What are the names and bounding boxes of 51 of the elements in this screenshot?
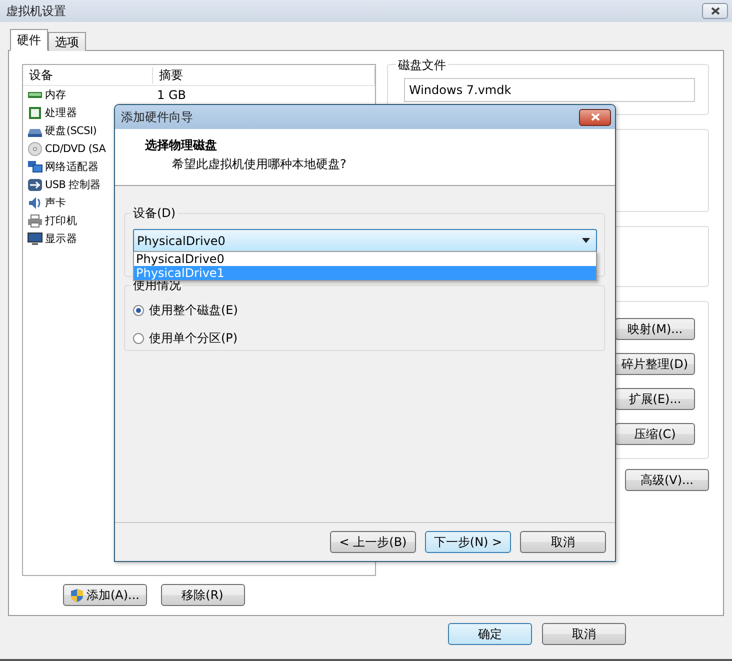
device-name[interactable]: 内存 <box>45 88 66 102</box>
chip-icon <box>27 106 43 120</box>
caret-icon <box>582 238 590 243</box>
usb-icon <box>27 178 43 192</box>
advanced-button[interactable]: 高级(V)... <box>625 469 709 491</box>
column-header[interactable]: 摘要 <box>153 66 375 84</box>
radio-option[interactable]: 使用整个磁盘(E) <box>133 302 596 319</box>
disc-icon <box>27 142 43 156</box>
disk-tool-button[interactable]: 映射(M)... <box>615 318 695 340</box>
monitor-icon <box>27 232 43 246</box>
radio-option[interactable]: 使用单个分区(P) <box>133 330 596 347</box>
radio-button[interactable] <box>133 333 144 344</box>
group-label: 磁盘文件 <box>396 57 448 74</box>
close-icon <box>710 7 720 15</box>
ok-button[interactable]: 确定 <box>448 623 532 645</box>
radio-button[interactable] <box>133 305 144 316</box>
wizard-button[interactable]: 取消 <box>520 531 606 553</box>
disk-tool-button[interactable]: 扩展(E)... <box>615 388 695 410</box>
device-name[interactable]: 硬盘(SCSI) <box>45 124 97 138</box>
dropdown-option[interactable]: PhysicalDrive0 <box>134 252 596 266</box>
dialog-title: 添加硬件向导 <box>121 108 193 126</box>
remove-button[interactable]: 移除(R) <box>160 584 244 606</box>
network-icon <box>27 160 43 174</box>
device-name[interactable]: 显示器 <box>45 232 78 246</box>
device-name[interactable]: 网络适配器 <box>45 160 99 174</box>
close-button[interactable] <box>579 108 611 126</box>
group-label: 设备(D) <box>131 205 178 222</box>
device-summary: 1 GB <box>156 88 186 102</box>
printer-icon <box>27 214 43 228</box>
close-button[interactable] <box>702 3 728 19</box>
step-heading: 选择物理磁盘 <box>145 137 218 154</box>
close-icon <box>590 113 600 121</box>
add-button[interactable]: 添加(A)... <box>63 584 146 606</box>
column-header[interactable]: 设备 <box>23 66 153 84</box>
speaker-icon <box>27 196 43 210</box>
wizard-button[interactable]: < 上一步(B) <box>330 531 416 553</box>
tab[interactable]: 选项 <box>48 32 86 51</box>
device-name[interactable]: 处理器 <box>45 106 78 120</box>
tab[interactable]: 硬件 <box>10 29 48 51</box>
shield-icon <box>70 588 84 602</box>
cancel-button[interactable]: 取消 <box>542 623 626 645</box>
disk-file-field[interactable]: Windows 7.vmdk <box>404 78 695 102</box>
wizard-button[interactable]: 下一步(N) > <box>425 531 511 553</box>
device-name[interactable]: USB 控制器 <box>45 178 101 192</box>
disk-tool-button[interactable]: 压缩(C) <box>615 423 695 445</box>
disk-tool-button[interactable]: 碎片整理(D) <box>614 353 695 375</box>
window-title: 虚拟机设置 <box>6 2 66 20</box>
device-name[interactable]: CD/DVD (SA <box>45 143 106 155</box>
device-name[interactable]: 打印机 <box>45 214 78 228</box>
device-name[interactable]: 声卡 <box>45 196 66 210</box>
step-description: 希望此虚拟机使用哪种本地硬盘? <box>171 156 348 173</box>
